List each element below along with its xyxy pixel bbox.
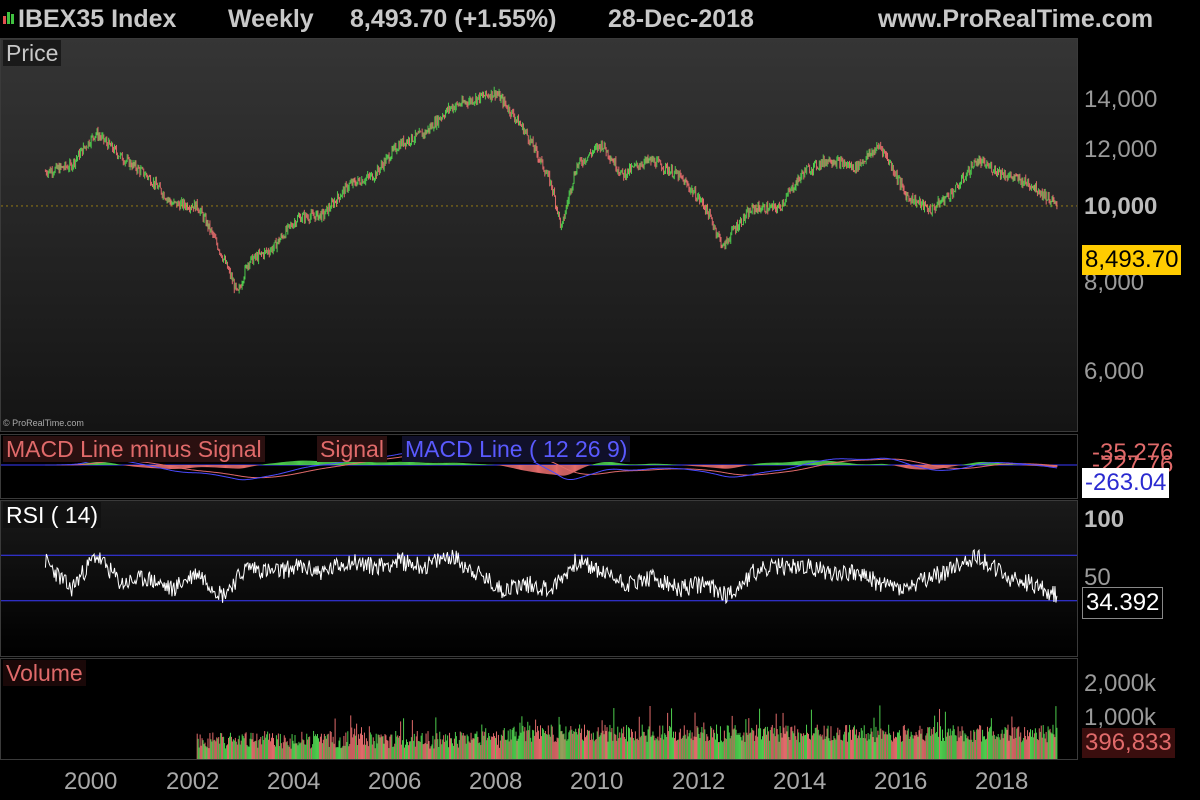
volume-axis[interactable]: 2,000k 1,000k 396,833	[1078, 658, 1200, 760]
rsi-panel-label: RSI ( 14)	[3, 502, 102, 528]
rsi-panel[interactable]: RSI ( 14)	[0, 500, 1078, 657]
year-tick: 2000	[64, 768, 118, 795]
price-tick: 10,000	[1084, 193, 1158, 220]
price-change: 8,493.70 (+1.55%)	[350, 5, 557, 33]
chart-header: IBEX35 Index Weekly 8,493.70 (+1.55%) 28…	[0, 0, 1200, 38]
volume-panel-label: Volume	[3, 660, 86, 686]
rsi-value-box: 34.392	[1082, 587, 1164, 619]
year-tick: 2018	[975, 768, 1029, 795]
price-axis[interactable]: 14,000 12,000 10,000 8,000 6,000 8,493.7…	[1078, 38, 1200, 432]
price-tick: 14,000	[1084, 86, 1158, 113]
rsi-chart[interactable]	[1, 501, 1078, 657]
price-panel[interactable]: Price	[0, 38, 1078, 432]
price-tick: 6,000	[1084, 358, 1145, 385]
volume-tick-2000k: 2,000k	[1084, 670, 1157, 697]
rsi-axis[interactable]: 100 50 34.392	[1078, 500, 1200, 657]
year-tick: 2006	[368, 768, 422, 795]
year-tick: 2014	[773, 768, 827, 795]
time-axis[interactable]: 2000 2002 2004 2006 2008 2010 2012 2014 …	[0, 760, 1200, 800]
volume-chart[interactable]	[1, 659, 1078, 760]
year-tick: 2002	[166, 768, 220, 795]
year-tick: 2016	[874, 768, 928, 795]
rsi-tick-100: 100	[1084, 506, 1125, 533]
date-label: 28-Dec-2018	[608, 5, 754, 33]
price-chart[interactable]	[1, 39, 1078, 432]
site-link[interactable]: www.ProRealTime.com	[878, 5, 1153, 34]
watermark: © ProRealTime.com	[3, 418, 84, 428]
rsi-line	[44, 548, 1058, 605]
macd-line-label: MACD Line ( 12 26 9)	[402, 436, 631, 462]
period-label: Weekly	[228, 5, 314, 33]
symbol-name: IBEX35 Index	[18, 5, 177, 33]
year-tick: 2012	[672, 768, 726, 795]
macd-axis[interactable]: -35.276 -227.76 -263.04	[1078, 434, 1200, 499]
year-tick: 2004	[267, 768, 321, 795]
signal-label: Signal	[317, 436, 387, 462]
macd-panel[interactable]: MACD Line minus Signal Signal MACD Line …	[0, 434, 1078, 499]
volume-panel[interactable]: Volume	[0, 658, 1078, 760]
year-tick: 2010	[570, 768, 624, 795]
bar-chart-icon	[3, 12, 14, 24]
price-tick: 12,000	[1084, 136, 1158, 163]
year-tick: 2008	[469, 768, 523, 795]
macd-value-box: -263.04	[1082, 468, 1170, 498]
price-panel-label: Price	[3, 40, 62, 66]
volume-value-box: 396,833	[1082, 728, 1175, 758]
current-price-box: 8,493.70	[1082, 245, 1182, 275]
macd-minus-signal-label: MACD Line minus Signal	[3, 436, 265, 462]
